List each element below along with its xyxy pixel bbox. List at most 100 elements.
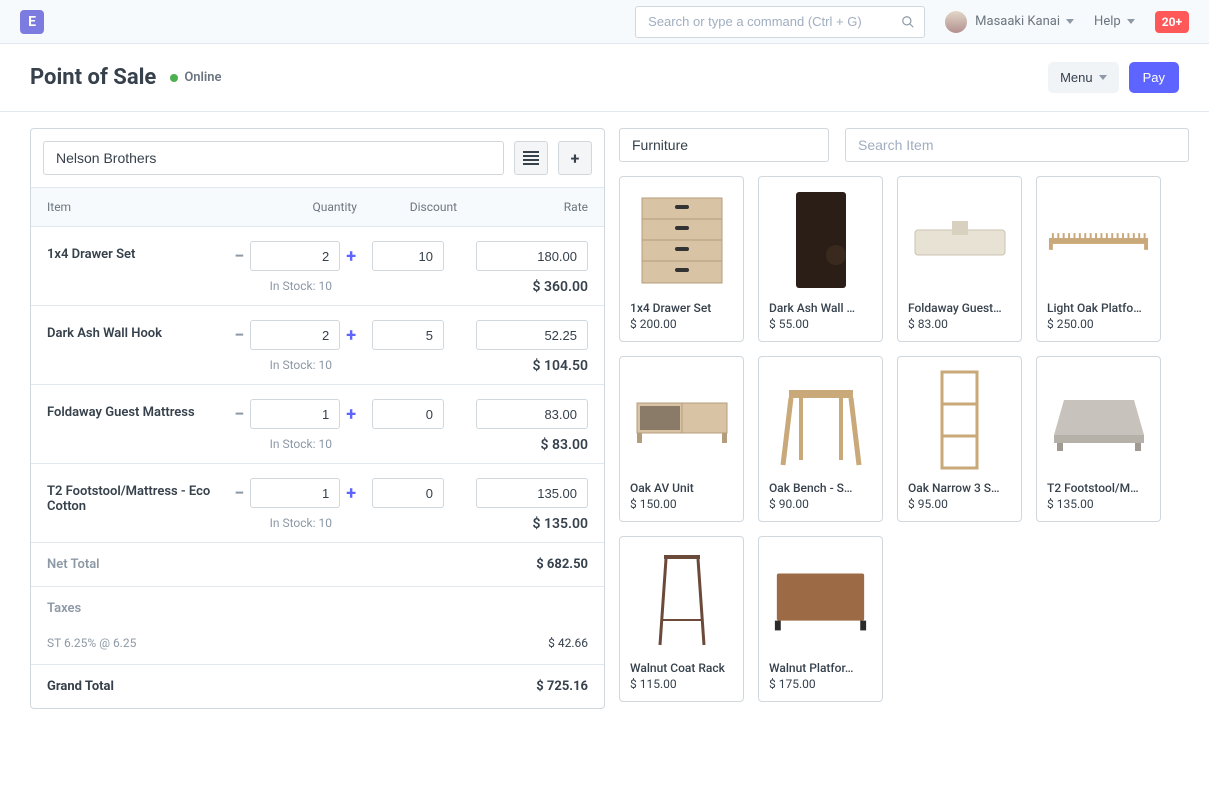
grand-total-label: Grand Total — [47, 679, 114, 694]
product-card[interactable]: T2 Footstool/M… $ 135.00 — [1036, 356, 1161, 522]
qty-decrement-button[interactable]: − — [228, 404, 250, 425]
list-view-button[interactable] — [514, 141, 548, 175]
product-card[interactable]: Walnut Coat Rack $ 115.00 — [619, 536, 744, 702]
product-card[interactable]: Light Oak Platfo… $ 250.00 — [1036, 176, 1161, 342]
product-card[interactable]: Walnut Platfor… $ 175.00 — [758, 536, 883, 702]
discount-input[interactable] — [372, 320, 444, 350]
status-text: Online — [184, 70, 221, 85]
rate-input[interactable] — [476, 399, 588, 429]
item-search-input[interactable] — [845, 128, 1189, 162]
product-image — [630, 185, 733, 295]
item-group-input[interactable] — [619, 128, 829, 162]
product-name: Light Oak Platfo… — [1047, 301, 1150, 315]
customer-input[interactable] — [43, 141, 504, 175]
product-image — [630, 365, 733, 475]
tax-line-label: ST 6.25% @ 6.25 — [47, 636, 136, 650]
pay-button[interactable]: Pay — [1129, 62, 1179, 93]
product-image — [769, 365, 872, 475]
line-total: $ 360.00 — [444, 279, 588, 295]
help-label: Help — [1094, 14, 1121, 29]
cart-row: Foldaway Guest Mattress − + In Stock: 10… — [31, 385, 604, 464]
grand-total-value: $ 725.16 — [536, 679, 588, 694]
qty-increment-button[interactable]: + — [340, 404, 362, 425]
product-image — [769, 545, 872, 655]
rate-input[interactable] — [476, 241, 588, 271]
product-card[interactable]: Oak AV Unit $ 150.00 — [619, 356, 744, 522]
add-customer-button[interactable]: + — [558, 141, 592, 175]
qty-decrement-button[interactable]: − — [228, 246, 250, 267]
discount-input[interactable] — [372, 478, 444, 508]
tax-line: ST 6.25% @ 6.25 $ 42.66 — [47, 636, 588, 650]
cart-row: T2 Footstool/Mattress - Eco Cotton − + I… — [31, 464, 604, 543]
product-price: $ 175.00 — [769, 677, 872, 691]
discount-input[interactable] — [372, 399, 444, 429]
product-price: $ 115.00 — [630, 677, 733, 691]
product-name: Foldaway Guest… — [908, 301, 1011, 315]
product-price: $ 250.00 — [1047, 317, 1150, 331]
product-name: Oak Bench - S… — [769, 481, 872, 495]
taxes-label: Taxes — [47, 601, 588, 616]
page-title: Point of Sale — [30, 65, 156, 90]
qty-increment-button[interactable]: + — [340, 483, 362, 504]
qty-input[interactable] — [250, 399, 340, 429]
qty-decrement-button[interactable]: − — [228, 483, 250, 504]
cart-panel: + Item Quantity Discount Rate 1x4 Drawer… — [30, 128, 605, 709]
grand-total-row: Grand Total $ 725.16 — [31, 665, 604, 708]
cart-toolbar: + — [31, 129, 604, 188]
discount-input[interactable] — [372, 241, 444, 271]
product-image — [769, 185, 872, 295]
product-price: $ 95.00 — [908, 497, 1011, 511]
product-name: Walnut Platfor… — [769, 661, 872, 675]
avatar[interactable] — [945, 11, 967, 33]
product-name: Walnut Coat Rack — [630, 661, 733, 675]
workspace: + Item Quantity Discount Rate 1x4 Drawer… — [0, 112, 1209, 729]
cart-row: Dark Ash Wall Hook − + In Stock: 10 $ 10… — [31, 306, 604, 385]
taxes-row: Taxes ST 6.25% @ 6.25 $ 42.66 — [31, 587, 604, 665]
page-header: Point of Sale Online Menu Pay — [0, 44, 1209, 112]
notification-badge[interactable]: 20+ — [1155, 11, 1189, 33]
cart-header-row: Item Quantity Discount Rate — [31, 188, 604, 227]
product-image — [908, 185, 1011, 295]
product-name: Oak AV Unit — [630, 481, 733, 495]
product-card[interactable]: Oak Bench - S… $ 90.00 — [758, 356, 883, 522]
item-name: Dark Ash Wall Hook — [47, 320, 222, 341]
help-menu[interactable]: Help — [1094, 14, 1135, 29]
product-card[interactable]: 1x4 Drawer Set $ 200.00 — [619, 176, 744, 342]
tax-line-value: $ 42.66 — [548, 636, 588, 650]
rate-input[interactable] — [476, 478, 588, 508]
chevron-down-icon — [1127, 19, 1135, 24]
qty-increment-button[interactable]: + — [340, 325, 362, 346]
product-image — [630, 545, 733, 655]
user-menu[interactable]: Masaaki Kanai — [975, 14, 1074, 29]
qty-input[interactable] — [250, 478, 340, 508]
product-image — [1047, 365, 1150, 475]
product-card[interactable]: Dark Ash Wall … $ 55.00 — [758, 176, 883, 342]
product-name: T2 Footstool/M… — [1047, 481, 1150, 495]
app-logo[interactable]: E — [20, 10, 44, 34]
menu-button[interactable]: Menu — [1048, 62, 1119, 93]
qty-input[interactable] — [250, 241, 340, 271]
product-price: $ 55.00 — [769, 317, 872, 331]
product-price: $ 90.00 — [769, 497, 872, 511]
qty-decrement-button[interactable]: − — [228, 325, 250, 346]
stock-text: In Stock: 10 — [222, 437, 362, 451]
product-card[interactable]: Foldaway Guest… $ 83.00 — [897, 176, 1022, 342]
global-search-input[interactable] — [635, 6, 925, 38]
qty-input[interactable] — [250, 320, 340, 350]
chevron-down-icon — [1066, 19, 1074, 24]
product-name: 1x4 Drawer Set — [630, 301, 733, 315]
search-icon — [901, 15, 915, 29]
net-total-value: $ 682.50 — [536, 557, 588, 572]
rate-input[interactable] — [476, 320, 588, 350]
line-total: $ 83.00 — [444, 437, 588, 453]
status-dot-icon — [170, 74, 178, 82]
qty-increment-button[interactable]: + — [340, 246, 362, 267]
net-total-row: Net Total $ 682.50 — [31, 543, 604, 587]
user-name-label: Masaaki Kanai — [975, 14, 1060, 29]
menu-label: Menu — [1060, 70, 1093, 85]
product-price: $ 135.00 — [1047, 497, 1150, 511]
chevron-down-icon — [1099, 75, 1107, 80]
line-total: $ 135.00 — [444, 516, 588, 532]
col-discount: Discount — [357, 200, 457, 214]
product-card[interactable]: Oak Narrow 3 S… $ 95.00 — [897, 356, 1022, 522]
